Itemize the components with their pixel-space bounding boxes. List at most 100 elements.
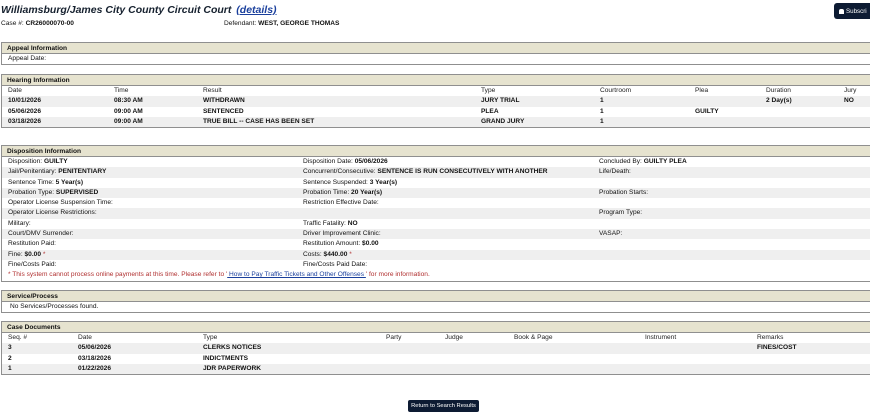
disposition-field-value: $440.00 — [323, 250, 348, 258]
hearing-courtroom: 1 — [600, 117, 604, 125]
hearing-jury: NO — [844, 97, 854, 105]
hearing-type: PLEA — [481, 107, 499, 115]
hearing-result: TRUE BILL -- CASE HAS BEEN SET — [203, 117, 315, 125]
appeal-title: Appeal Information — [2, 43, 870, 54]
disposition-field-suffix: * — [347, 250, 352, 258]
doc-type: INDICTMENTS — [203, 354, 249, 362]
disposition-row: Court/DMV Surrender: Driver Improvement … — [2, 229, 870, 240]
disposition-field-value: $0.00 — [24, 250, 42, 258]
hearing-row: 05/06/2026 09:00 AM SENTENCED PLEA 1 GUI… — [2, 107, 870, 117]
disposition-field-label: Driver Improvement Clinic: — [303, 230, 381, 238]
disposition-field-suffix: * — [41, 250, 46, 258]
doc-col-judge: Judge — [445, 334, 463, 341]
disposition-field: Probation Starts: — [599, 188, 648, 198]
case-number-value: CR26000070-00 — [25, 20, 74, 27]
disposition-field-label: Program Type: — [599, 209, 643, 217]
doc-col-instrument: Instrument — [645, 334, 677, 341]
disposition-field-value: PENITENTIARY — [58, 168, 107, 176]
doc-col-book-page: Book & Page — [514, 334, 553, 341]
hearing-row: 03/18/2026 09:00 AM TRUE BILL -- CASE HA… — [2, 116, 870, 128]
hearing-col-result: Result — [203, 87, 222, 94]
doc-col-date: Date — [78, 334, 92, 341]
disposition-field: Probation Time: 20 Year(s) — [303, 188, 382, 198]
case-number: Case #: CR26000070-00 — [1, 20, 74, 27]
disposition-field-label: VASAP: — [599, 230, 623, 238]
disposition-field: Concurrent/Consecutive: SENTENCE IS RUN … — [303, 167, 548, 177]
disposition-row: Disposition: GUILTY Disposition Date: 05/… — [2, 157, 870, 167]
disposition-field-value: SENTENCE IS RUN CONSECUTIVELY WITH ANOTH… — [377, 168, 548, 176]
disposition-row: Operator License Suspension Time: Restri… — [2, 198, 870, 208]
disposition-row: Fine/Costs Paid: Fine/Costs Paid Date: — [2, 260, 870, 270]
hearing-time: 09:00 AM — [114, 117, 143, 125]
disposition-field-label: Jail/Penitentiary: — [8, 168, 57, 176]
payment-note: * This system cannot process online paym… — [2, 270, 870, 280]
disposition-field-value: $0.00 — [362, 240, 379, 248]
disposition-field-label: Disposition: — [8, 158, 43, 165]
disposition-field-label: Probation Starts: — [599, 188, 649, 196]
disposition-field: Driver Improvement Clinic: — [303, 229, 381, 239]
hearing-courtroom: 1 — [600, 107, 604, 115]
doc-date: 01/22/2026 — [78, 364, 112, 372]
document-row: 3 05/06/2026 CLERKS NOTICES FINES/COST — [2, 343, 870, 354]
bell-icon — [839, 8, 844, 14]
doc-col-remarks: Remarks — [757, 334, 784, 341]
disposition-row: Operator License Restrictions: Program T… — [2, 208, 870, 219]
disposition-field-value: NO — [347, 219, 358, 227]
disposition-field: Operator License Restrictions: — [8, 208, 97, 218]
disposition-title: Disposition Information — [2, 146, 870, 157]
defendant-label: Defendant: — [224, 20, 257, 27]
doc-col-party: Party — [386, 334, 402, 341]
how-to-pay-link[interactable]: How to Pay Traffic Tickets and Other Off… — [227, 271, 366, 278]
disposition-field-label: Life/Death: — [599, 168, 631, 176]
disposition-field-label: Fine: — [8, 250, 23, 258]
hearing-type: JURY TRIAL — [481, 97, 520, 105]
disposition-field-label: Court/DMV Surrender: — [8, 230, 74, 238]
disposition-field: Fine/Costs Paid: — [8, 260, 56, 270]
subscribe-label: Subscri — [846, 7, 867, 15]
subscribe-button[interactable]: Subscri — [834, 3, 870, 19]
doc-col-seq: Seq. # — [8, 334, 28, 341]
disposition-field-label: Probation Type: — [8, 188, 55, 196]
disposition-field: Military: — [8, 219, 31, 229]
hearing-time: 09:00 AM — [114, 107, 143, 115]
disposition-field-label: Sentence Suspended: — [303, 178, 368, 186]
hearing-result: SENTENCED — [203, 107, 244, 115]
disposition-field: Disposition: GUILTY — [8, 157, 68, 167]
disposition-row: Jail/Penitentiary: PENITENTIARY Concurren… — [2, 167, 870, 178]
hearing-type: GRAND JURY — [481, 117, 525, 125]
details-link[interactable]: (details) — [236, 4, 276, 16]
service-title: Service/Process — [2, 291, 870, 302]
disposition-field-label: Concluded By: — [599, 158, 642, 165]
payment-note-text: * This system cannot process online paym… — [8, 270, 430, 280]
doc-col-type: Type — [203, 334, 218, 341]
case-number-label: Case #: — [1, 20, 24, 27]
appeal-date-label: Appeal Date: — [8, 55, 47, 62]
hearing-col-type: Type — [481, 87, 496, 94]
disposition-field-label: Traffic Fatality: — [303, 219, 346, 227]
disposition-field: Concluded By: GUILTY PLEA — [599, 157, 687, 167]
disposition-row: Military: Traffic Fatality: NO — [2, 219, 870, 229]
appeal-date-row: Appeal Date: — [2, 54, 870, 64]
disposition-field-value: GUILTY — [43, 158, 68, 165]
disposition-field-label: Fine/Costs Paid Date: — [303, 260, 368, 268]
disposition-field: Sentence Suspended: 3 Year(s) — [303, 178, 397, 188]
payment-note-prefix: * This system cannot process online paym… — [8, 271, 228, 279]
hearing-date: 03/18/2026 — [8, 117, 42, 125]
disposition-field-label: Fine/Costs Paid: — [8, 260, 57, 268]
disposition-field-label: Sentence Time: — [8, 178, 54, 186]
hearing-time: 08:30 AM — [114, 97, 143, 105]
disposition-field: Probation Type: SUPERVISED — [8, 188, 98, 198]
hearing-col-duration: Duration — [766, 87, 791, 94]
disposition-field-label: Operator License Suspension Time: — [8, 199, 113, 207]
hearing-col-courtroom: Courtroom — [600, 87, 632, 94]
defendant: Defendant: WEST, GEORGE THOMAS — [224, 20, 339, 27]
disposition-field: Program Type: — [599, 208, 642, 218]
disposition-field-label: Disposition Date: — [303, 158, 353, 165]
disposition-row: Sentence Time: 5 Year(s) Sentence Suspend… — [2, 178, 870, 188]
hearing-result: WITHDRAWN — [203, 97, 245, 105]
doc-seq: 3 — [8, 344, 12, 352]
hearing-header-row: Date Time Result Type Courtroom Plea Dur… — [2, 86, 870, 96]
disposition-field-label: Costs: — [303, 250, 322, 258]
return-to-search-button[interactable]: Return to Search Results — [408, 400, 479, 412]
disposition-field-label: Operator License Restrictions: — [8, 209, 97, 217]
